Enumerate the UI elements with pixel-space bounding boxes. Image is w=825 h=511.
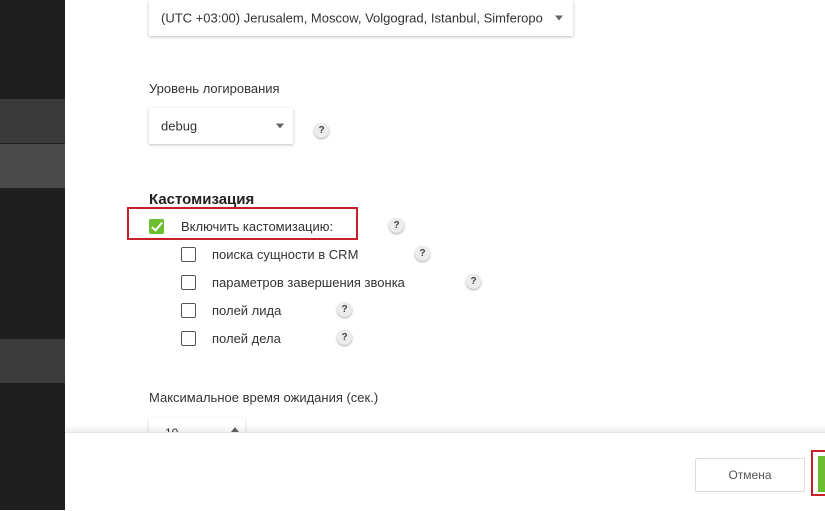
customization-section-title: Кастомизация (149, 191, 255, 208)
help-icon[interactable]: ? (337, 330, 352, 345)
max-wait-time-label: Максимальное время ожидания (сек.) (149, 390, 379, 405)
help-icon[interactable]: ? (337, 302, 352, 317)
help-icon[interactable]: ? (314, 123, 329, 138)
deal-fields-label: полей дела (212, 331, 281, 346)
help-icon[interactable]: ? (466, 274, 481, 289)
highlight-frame (811, 450, 825, 496)
help-icon[interactable]: ? (389, 218, 404, 233)
sidebar-item[interactable] (0, 99, 65, 143)
sidebar-item[interactable] (0, 339, 65, 383)
timezone-select[interactable]: (UTC +03:00) Jerusalem, Moscow, Volgogra… (149, 0, 573, 36)
chevron-down-icon (555, 15, 563, 21)
deal-fields-checkbox[interactable] (181, 331, 196, 346)
cancel-button[interactable]: Отмена (695, 458, 805, 492)
help-icon[interactable]: ? (415, 246, 430, 261)
lead-fields-checkbox[interactable] (181, 303, 196, 318)
chevron-down-icon (276, 123, 284, 129)
crm-entity-search-checkbox[interactable] (181, 247, 196, 262)
call-completion-params-checkbox[interactable] (181, 275, 196, 290)
call-completion-params-label: параметров завершения звонка (212, 275, 405, 290)
crm-entity-search-label: поиска сущности в CRM (212, 247, 359, 262)
highlight-frame (127, 207, 358, 240)
logging-level-label: Уровень логирования (149, 81, 280, 96)
left-sidebar (0, 0, 65, 510)
timezone-select-value: (UTC +03:00) Jerusalem, Moscow, Volgogra… (161, 10, 543, 26)
lead-fields-label: полей лида (212, 303, 282, 318)
sidebar-item-active[interactable] (0, 144, 65, 188)
logging-level-select[interactable]: debug (149, 108, 293, 144)
logging-level-value: debug (161, 118, 198, 134)
